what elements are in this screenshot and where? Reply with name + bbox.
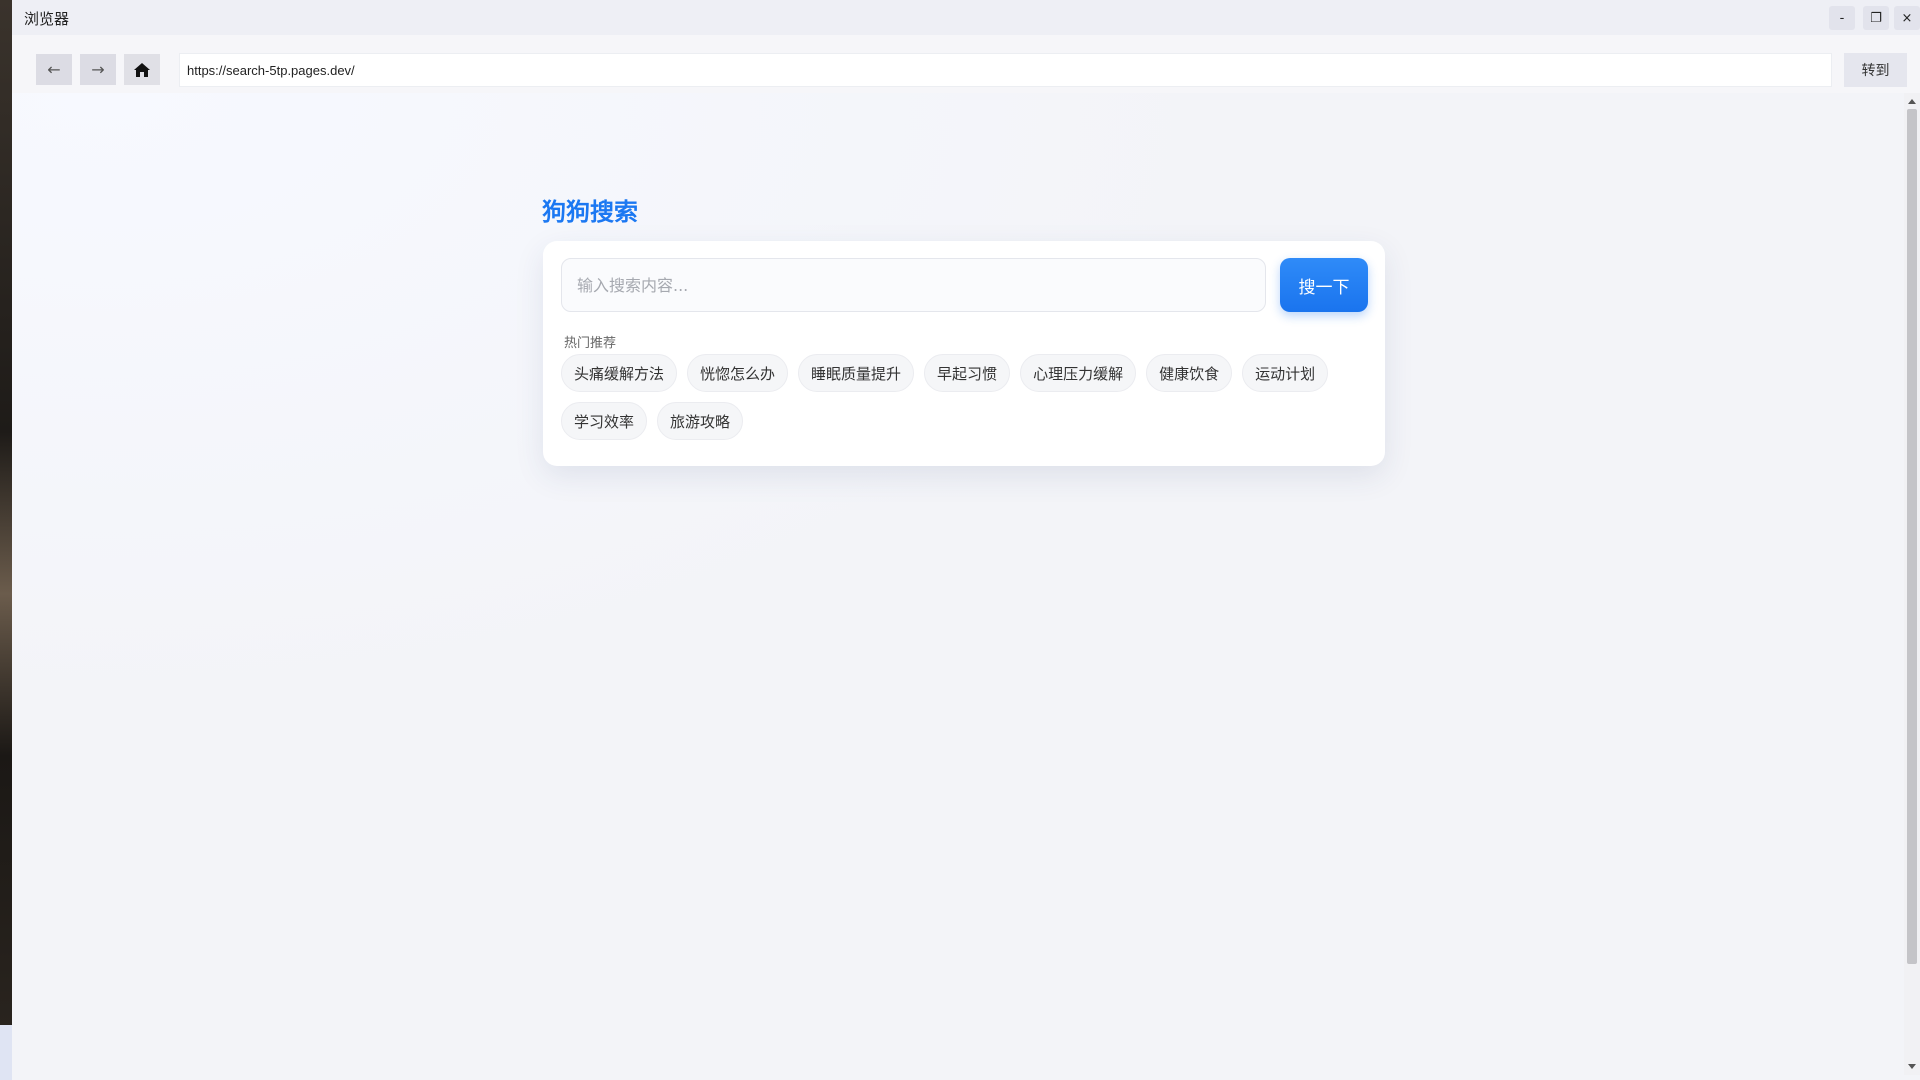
scroll-down-icon[interactable] [1908,1064,1916,1069]
browser-window: 浏览器 - ❐ × ← → 转到 狗狗搜索 搜一下 热门推荐 头痛缓解方法 恍惚… [12,0,1920,1080]
window-title: 浏览器 [24,10,70,28]
hot-chip[interactable]: 健康饮食 [1146,354,1233,392]
hot-recommendations-list: 头痛缓解方法 恍惚怎么办 睡眠质量提升 早起习惯 心理压力缓解 健康饮食 运动计… [561,354,1376,440]
site-logo-title: 狗狗搜索 [542,198,638,226]
title-bar: 浏览器 - ❐ × [12,0,1920,35]
home-button[interactable] [124,54,160,85]
hot-chip[interactable]: 早起习惯 [924,354,1011,392]
maximize-button[interactable]: ❐ [1863,6,1889,30]
home-icon [134,62,150,77]
scroll-up-icon[interactable] [1908,99,1916,104]
hot-chip[interactable]: 睡眠质量提升 [798,354,915,392]
hot-chip[interactable]: 头痛缓解方法 [561,354,678,392]
forward-button[interactable]: → [80,54,116,85]
desktop-background-edge [0,0,12,1080]
hot-chip[interactable]: 恍惚怎么办 [687,354,789,392]
go-button[interactable]: 转到 [1844,53,1907,87]
hot-chip[interactable]: 学习效率 [561,402,648,440]
search-card: 搜一下 热门推荐 头痛缓解方法 恍惚怎么办 睡眠质量提升 早起习惯 心理压力缓解… [543,241,1385,466]
address-bar-input[interactable] [179,53,1832,87]
page-viewport: 狗狗搜索 搜一下 热门推荐 头痛缓解方法 恍惚怎么办 睡眠质量提升 早起习惯 心… [12,93,1900,1075]
hot-chip[interactable]: 心理压力缓解 [1020,354,1137,392]
forward-arrow-icon: → [91,60,105,79]
vertical-scrollbar[interactable] [1904,93,1920,1075]
scroll-thumb[interactable] [1907,109,1917,964]
minimize-button[interactable]: - [1829,6,1855,30]
desktop-taskbar-edge [0,1025,12,1080]
close-button[interactable]: × [1894,6,1920,30]
search-button[interactable]: 搜一下 [1280,258,1368,312]
back-button[interactable]: ← [36,54,72,85]
back-arrow-icon: ← [47,60,61,79]
search-input[interactable] [561,258,1266,312]
navigation-bar: ← → 转到 [12,35,1920,93]
hot-recommendations-label: 热门推荐 [564,336,617,351]
hot-chip[interactable]: 运动计划 [1242,354,1329,392]
hot-chip[interactable]: 旅游攻略 [657,402,744,440]
